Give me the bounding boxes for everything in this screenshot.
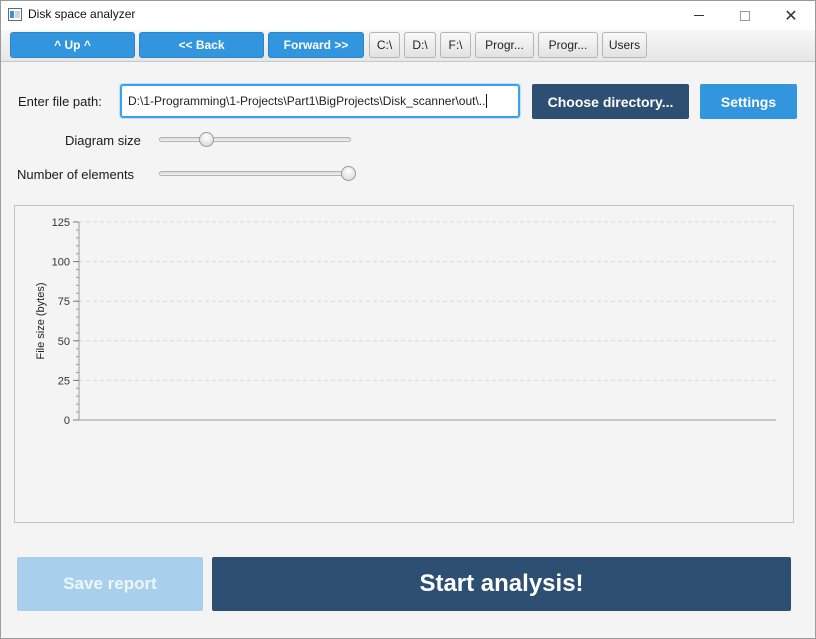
file-path-label: Enter file path: (18, 94, 102, 109)
number-of-elements-thumb[interactable] (341, 166, 356, 181)
maximize-icon (740, 10, 750, 21)
text-caret (486, 94, 488, 108)
y-axis-tick-label: 25 (58, 375, 70, 387)
start-analysis-button[interactable]: Start analysis! (212, 557, 791, 611)
diagram-size-slider[interactable] (159, 131, 351, 149)
chart-panel: 0 25 50 75 100 125 File size (bytes) (14, 205, 794, 523)
app-icon (8, 8, 22, 21)
drive-d-button[interactable]: D:\ (404, 32, 436, 58)
close-icon: ✕ (784, 5, 798, 25)
maximize-button[interactable] (722, 1, 768, 30)
users-button[interactable]: Users (602, 32, 647, 58)
file-path-input[interactable]: D:\1-Programming\1-Projects\Part1\BigPro… (120, 84, 520, 118)
y-axis-tick-label: 100 (52, 257, 70, 269)
y-axis-tick-label: 50 (58, 336, 70, 348)
number-of-elements-track (159, 171, 356, 176)
back-button[interactable]: << Back (139, 32, 264, 58)
y-axis-tick-label: 75 (58, 296, 70, 308)
y-axis-tick-label: 0 (64, 415, 70, 427)
drive-f-button[interactable]: F:\ (440, 32, 471, 58)
minimize-icon (694, 15, 704, 16)
program-files-x86-button[interactable]: Progr... (538, 32, 598, 58)
diagram-size-label: Diagram size (65, 133, 141, 148)
save-report-button[interactable]: Save report (17, 557, 203, 611)
number-of-elements-slider[interactable] (159, 165, 356, 183)
forward-button[interactable]: Forward >> (268, 32, 364, 58)
y-axis-label: File size (bytes) (35, 282, 47, 359)
title-bar: Disk space analyzer ✕ (1, 1, 815, 30)
diagram-size-track (159, 137, 351, 142)
file-path-value: D:\1-Programming\1-Projects\Part1\BigPro… (128, 94, 486, 108)
number-of-elements-label: Number of elements (17, 167, 135, 182)
y-axis-tick-label: 125 (52, 217, 70, 229)
navigation-toolbar: ^ Up ^ << Back Forward >> C:\ D:\ F:\ Pr… (1, 30, 815, 62)
app-window: Disk space analyzer ✕ ^ Up ^ << Back For… (0, 0, 816, 639)
up-button[interactable]: ^ Up ^ (10, 32, 135, 58)
program-files-button[interactable]: Progr... (475, 32, 534, 58)
window-title: Disk space analyzer (28, 7, 136, 21)
settings-button[interactable]: Settings (700, 84, 797, 119)
close-button[interactable]: ✕ (768, 1, 814, 30)
file-size-chart: 0 25 50 75 100 125 File size (bytes) (35, 217, 776, 427)
drive-c-button[interactable]: C:\ (369, 32, 400, 58)
diagram-size-thumb[interactable] (198, 132, 214, 147)
minimize-button[interactable] (676, 1, 722, 30)
choose-directory-button[interactable]: Choose directory... (532, 84, 689, 119)
